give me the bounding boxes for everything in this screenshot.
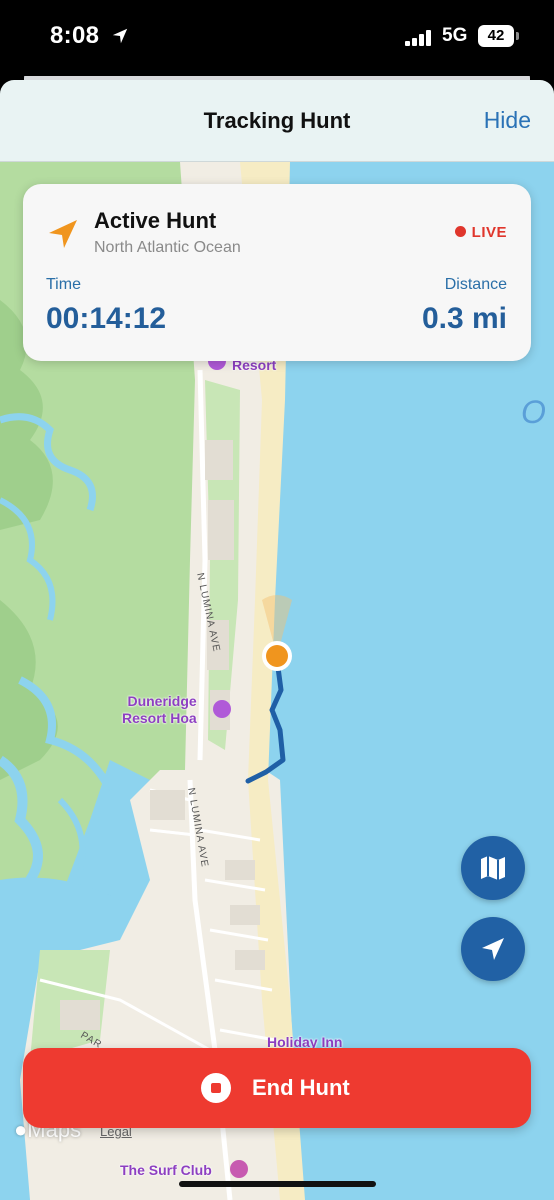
surf-club-poi-icon[interactable] <box>230 1160 248 1178</box>
location-arrow-icon <box>49 220 77 248</box>
nav-header: Tracking Hunt Hide <box>0 80 554 162</box>
map-label-duneridge[interactable]: Duneridge Resort Hoa <box>122 693 197 727</box>
hotel-poi-icon[interactable] <box>213 700 231 718</box>
distance-label: Distance <box>444 276 507 293</box>
battery-icon: 42 <box>478 25 514 47</box>
locate-me-button[interactable] <box>461 917 525 981</box>
map-label-ocean-partial: O <box>521 394 546 430</box>
battery-tip <box>516 32 519 40</box>
end-hunt-label: End Hunt <box>252 1075 350 1100</box>
map-label-duneridge-line1: Duneridge <box>127 693 197 709</box>
status-time: 8:08 <box>50 22 100 49</box>
location-services-icon <box>112 28 128 44</box>
apple-logo-icon: ● <box>14 1117 28 1142</box>
end-hunt-button[interactable]: End Hunt <box>23 1048 531 1128</box>
hide-button[interactable]: Hide <box>484 107 531 134</box>
map-icon <box>481 856 505 880</box>
hunt-location: North Atlantic Ocean <box>94 239 241 256</box>
map-label-surf-club[interactable]: The Surf Club <box>120 1162 212 1179</box>
live-dot-icon <box>454 226 466 237</box>
live-label: LIVE <box>471 224 507 241</box>
live-badge: LIVE <box>454 224 507 241</box>
map-label-duneridge-line2: Resort Hoa <box>122 710 197 726</box>
network-type: 5G <box>442 25 468 46</box>
distance-value: 0.3 mi <box>421 302 507 335</box>
location-arrow-icon <box>482 938 504 960</box>
active-hunt-card: Active Hunt North Atlantic Ocean LIVE Ti… <box>23 184 531 361</box>
hunt-title: Active Hunt <box>94 208 217 233</box>
map-style-button[interactable] <box>461 836 525 900</box>
time-value: 00:14:12 <box>46 302 167 335</box>
home-indicator[interactable] <box>179 1181 376 1187</box>
time-label: Time <box>46 276 81 293</box>
stop-icon <box>201 1073 231 1103</box>
page-title: Tracking Hunt <box>203 108 351 133</box>
cellular-signal-icon <box>405 30 435 46</box>
status-bar: 8:08 5G 42 <box>0 0 554 76</box>
